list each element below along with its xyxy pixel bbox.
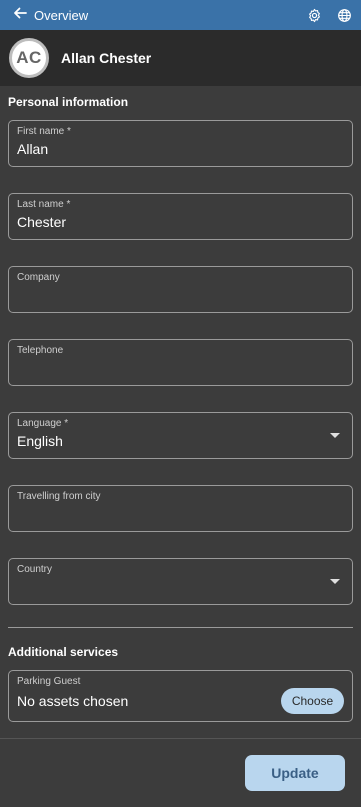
parking-guest-field: Parking Guest No assets chosen Choose <box>8 670 353 722</box>
telephone-label: Telephone <box>17 345 64 356</box>
footer-divider <box>0 738 361 739</box>
country-label: Country <box>17 564 53 575</box>
back-label: Overview <box>34 7 89 23</box>
last-name-field[interactable]: Last name * Chester <box>8 193 353 240</box>
last-name-label: Last name * <box>17 199 71 210</box>
avatar: AC <box>9 38 49 78</box>
last-name-value[interactable]: Chester <box>17 214 317 230</box>
first-name-label: First name * <box>17 126 71 137</box>
language-label: Language * <box>17 418 69 429</box>
company-label: Company <box>17 272 60 283</box>
choose-button[interactable]: Choose <box>281 688 344 714</box>
arrow-left-icon <box>12 5 28 26</box>
chevron-down-icon[interactable] <box>330 579 340 584</box>
language-value[interactable]: English <box>17 433 317 449</box>
telephone-field[interactable]: Telephone <box>8 339 353 386</box>
first-name-value[interactable]: Allan <box>17 141 317 157</box>
company-field[interactable]: Company <box>8 266 353 313</box>
update-button[interactable]: Update <box>245 755 345 791</box>
parking-guest-value: No assets chosen <box>17 693 129 709</box>
travelling-from-city-label: Travelling from city <box>17 491 101 502</box>
first-name-field[interactable]: First name * Allan <box>8 120 353 167</box>
top-bar: Overview <box>0 0 361 30</box>
back-button[interactable]: Overview <box>0 0 88 30</box>
globe-icon[interactable] <box>335 6 353 24</box>
user-header: AC Allan Chester <box>0 30 361 86</box>
gear-icon[interactable] <box>305 6 323 24</box>
additional-services-title: Additional services <box>8 645 119 659</box>
language-select[interactable]: Language * English <box>8 412 353 459</box>
country-select[interactable]: Country <box>8 558 353 605</box>
user-name: Allan Chester <box>61 50 152 66</box>
travelling-from-city-field[interactable]: Travelling from city <box>8 485 353 532</box>
chevron-down-icon[interactable] <box>330 433 340 438</box>
parking-guest-label: Parking Guest <box>17 676 81 687</box>
section-divider <box>8 627 353 628</box>
personal-info-title: Personal information <box>8 95 129 109</box>
